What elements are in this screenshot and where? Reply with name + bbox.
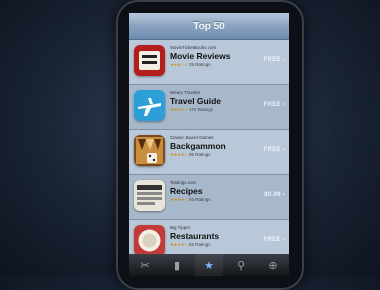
app-name: Movie Reviews (170, 51, 231, 61)
app-row-travel-guide[interactable]: Weary Traveler Travel Guide ★★★★☆ 172 Ra… (129, 85, 289, 130)
featured-icon[interactable]: ✂ (131, 254, 159, 276)
app-name: Backgammon (170, 141, 226, 151)
plate-icon (134, 225, 165, 256)
rating-stars: ★★★★☆ (170, 242, 188, 247)
rating-count: 62 Ratings (188, 242, 211, 247)
rating-count: 25 Ratings (188, 62, 211, 67)
updates-icon[interactable]: ⊕ (259, 254, 287, 276)
price-button[interactable]: FREE › (264, 147, 285, 153)
categories-icon[interactable]: ▮ (163, 254, 191, 276)
price-button[interactable]: FREE › (264, 237, 285, 243)
price-button[interactable]: FREE › (264, 57, 285, 63)
app-name: Recipes (170, 186, 203, 196)
search-icon[interactable]: ⚲ (227, 254, 255, 276)
rating-count: 93 Ratings (188, 197, 211, 202)
movie-reviews-icon (134, 45, 165, 76)
app-list: MovieTicketBooks.com Movie Reviews ★★★☆☆… (129, 40, 289, 265)
backgammon-icon (134, 135, 165, 166)
rating-count: 85 Ratings (188, 152, 211, 157)
star-icon[interactable]: ★ (195, 254, 223, 276)
rating-stars: ★★★★☆ (170, 197, 188, 202)
app-name: Travel Guide (170, 96, 222, 106)
price-button[interactable]: $0.99 › (264, 192, 285, 198)
rating-count: 172 Ratings (188, 107, 213, 112)
app-row-backgammon[interactable]: Classic Board Games Backgammon ★★★★☆ 85 … (129, 130, 289, 175)
rating-stars: ★★★★☆ (170, 152, 188, 157)
app-row-movie-reviews[interactable]: MovieTicketBooks.com Movie Reviews ★★★☆☆… (129, 40, 289, 85)
rating-stars: ★★★★☆ (170, 107, 188, 112)
rating-stars: ★★★☆☆ (170, 62, 188, 67)
app-name: Restaurants (170, 231, 220, 241)
app-row-recipes[interactable]: Tastings.com Recipes ★★★★☆ 93 Ratings $0… (129, 175, 289, 220)
recipes-icon (134, 180, 165, 211)
nav-title: Top 50 (193, 20, 225, 32)
navigation-bar: Top 50 (129, 13, 289, 40)
price-button[interactable]: FREE › (264, 102, 285, 108)
tab-bar: ✂ ▮ ★ ⚲ ⊕ (129, 254, 289, 276)
phone-screen: Top 50 MovieTicketBooks.com Movie Review… (129, 13, 289, 276)
airplane-icon (134, 90, 165, 121)
